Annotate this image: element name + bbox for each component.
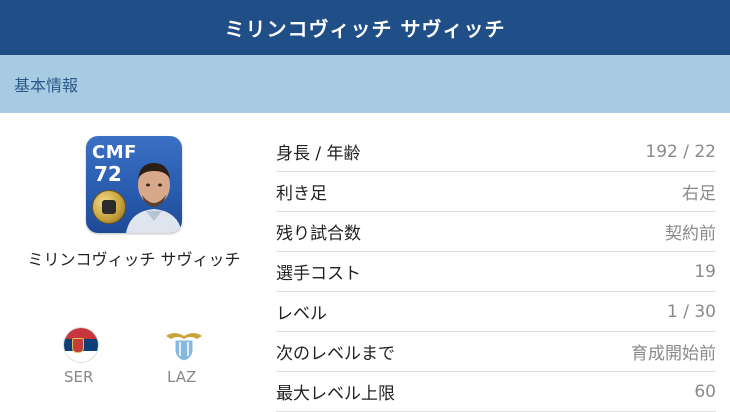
stat-label: 利き足 — [276, 184, 327, 204]
stat-row-remaining-matches: 残り試合数 契約前 — [276, 212, 716, 252]
player-name: ミリンコヴィッチ サヴィッチ — [27, 250, 241, 269]
stat-label: 最大レベル上限 — [276, 384, 395, 404]
stat-row-next-level: 次のレベルまで 育成開始前 — [276, 332, 716, 372]
stat-value: 育成開始前 — [631, 344, 716, 364]
stat-label: 選手コスト — [276, 264, 361, 284]
player-card[interactable]: CMF 72 — [86, 136, 182, 233]
stat-value: 60 — [694, 381, 716, 402]
country-code: SER — [64, 368, 94, 386]
club-code: LAZ — [167, 368, 197, 386]
section-header: 基本情報 — [0, 55, 730, 113]
stat-label: 身長 / 年齢 — [276, 144, 361, 164]
title-bar: ミリンコヴィッチ サヴィッチ — [0, 0, 730, 55]
stat-value: 1 / 30 — [667, 301, 716, 322]
stat-row-max-level: 最大レベル上限 60 — [276, 372, 716, 412]
stat-row-player-cost: 選手コスト 19 — [276, 252, 716, 292]
lazio-crest-icon — [166, 333, 202, 362]
stat-row-foot: 利き足 右足 — [276, 172, 716, 212]
page-title: ミリンコヴィッチ サヴィッチ — [224, 17, 506, 41]
player-portrait — [126, 163, 182, 233]
gold-medal-icon — [92, 190, 126, 224]
serbia-flag-icon — [64, 328, 98, 362]
stats-table: 身長 / 年齢 192 / 22 利き足 右足 残り試合数 契約前 選手コスト … — [276, 132, 716, 412]
section-title: 基本情報 — [14, 76, 79, 95]
stat-row-height-age: 身長 / 年齢 192 / 22 — [276, 132, 716, 172]
stat-label: レベル — [276, 304, 327, 324]
player-rating: 72 — [94, 162, 122, 186]
stat-value: 192 / 22 — [645, 141, 716, 162]
stat-value: 右足 — [682, 184, 716, 204]
stat-label: 次のレベルまで — [276, 344, 395, 364]
stat-row-level: レベル 1 / 30 — [276, 292, 716, 332]
stat-value: 契約前 — [665, 224, 716, 244]
stat-label: 残り試合数 — [276, 224, 361, 244]
stat-value: 19 — [694, 261, 716, 282]
